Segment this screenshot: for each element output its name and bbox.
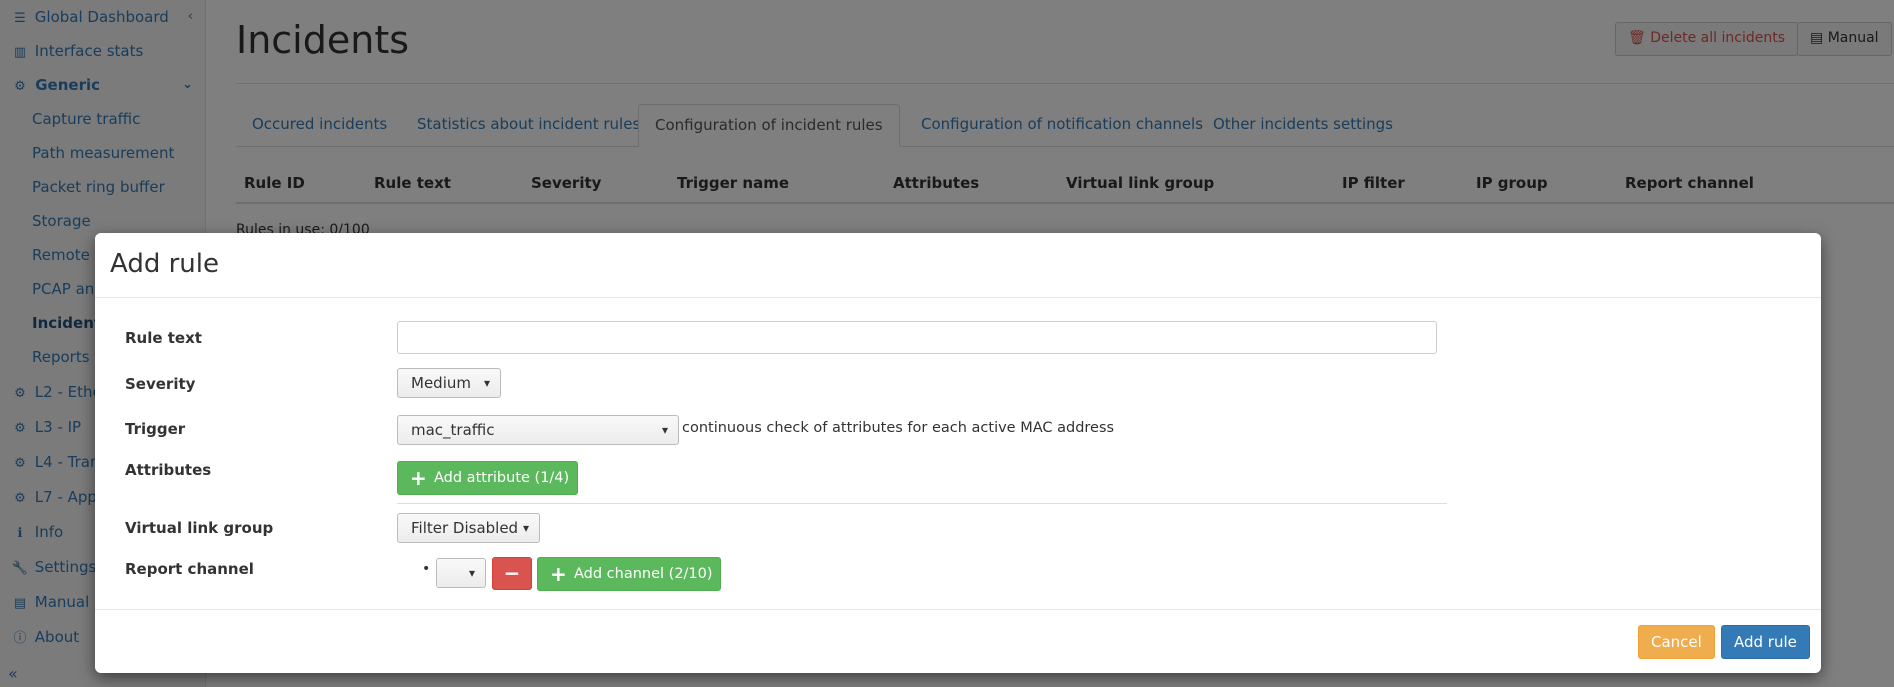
add-channel-label: Add channel (2/10): [574, 566, 713, 582]
add-attribute-button[interactable]: + Add attribute (1/4): [397, 461, 578, 495]
attributes-divider: [397, 503, 1447, 504]
rule-text-label: Rule text: [125, 329, 202, 347]
cancel-button[interactable]: Cancel: [1638, 625, 1715, 659]
dialog-footer-divider: [95, 609, 1821, 610]
report-channel-label: Report channel: [125, 560, 254, 578]
plus-icon: +: [550, 562, 567, 586]
minus-icon: −: [503, 561, 521, 585]
rule-text-input[interactable]: [397, 321, 1437, 354]
chevron-down-icon: ▾: [522, 521, 529, 535]
dialog-header-divider: [95, 297, 1821, 298]
attributes-label: Attributes: [125, 461, 212, 479]
virtual-link-group-value: Filter Disabled: [411, 519, 519, 537]
trigger-description: continuous check of attributes for each …: [682, 420, 1115, 436]
plus-icon: +: [410, 466, 427, 490]
add-channel-button[interactable]: + Add channel (2/10): [537, 557, 721, 591]
virtual-link-group-select[interactable]: Filter Disabled ▾: [397, 513, 540, 543]
severity-select[interactable]: Medium ▾: [397, 368, 501, 398]
severity-value: Medium: [411, 374, 471, 392]
report-channel-select[interactable]: ▾: [436, 558, 486, 588]
list-bullet: •: [422, 561, 431, 577]
virtual-link-group-label: Virtual link group: [125, 519, 274, 537]
chevron-down-icon: ▾: [483, 376, 490, 390]
trigger-select[interactable]: mac_traffic ▾: [397, 415, 679, 445]
severity-label: Severity: [125, 375, 196, 393]
dialog-title: Add rule: [110, 249, 219, 279]
add-attribute-label: Add attribute (1/4): [434, 470, 570, 486]
trigger-label: Trigger: [125, 420, 186, 438]
remove-channel-button[interactable]: −: [492, 557, 532, 590]
add-rule-button[interactable]: Add rule: [1721, 625, 1810, 659]
add-rule-dialog: Add rule Rule text Severity Medium ▾ Tri…: [95, 233, 1821, 673]
chevron-down-icon: ▾: [468, 566, 475, 580]
trigger-value: mac_traffic: [411, 421, 495, 439]
chevron-down-icon: ▾: [661, 423, 668, 437]
